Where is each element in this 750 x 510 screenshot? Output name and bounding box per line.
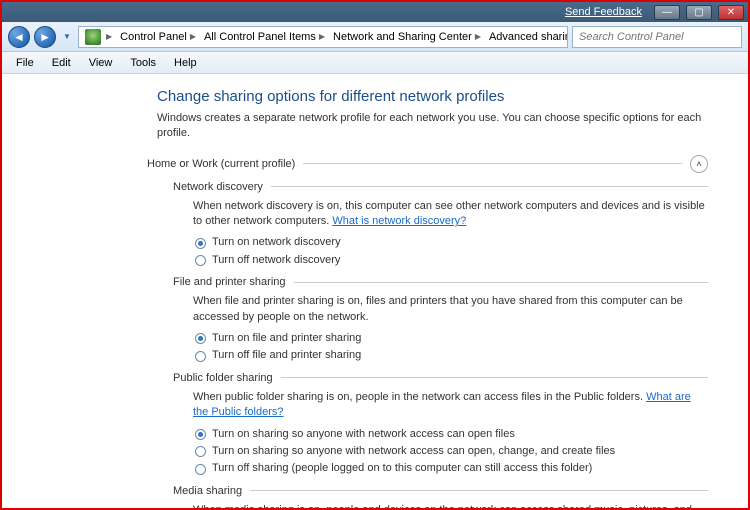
section-description: When network discovery is on, this compu…	[193, 199, 708, 230]
radio-row[interactable]: Turn off sharing (people logged on to th…	[195, 461, 708, 476]
page-description: Windows creates a separate network profi…	[157, 111, 708, 141]
menu-edit[interactable]: Edit	[44, 55, 79, 71]
profile-header: Home or Work (current profile) ˄	[147, 155, 708, 173]
radio-label: Turn off file and printer sharing	[212, 348, 361, 363]
radio-button[interactable]	[195, 429, 206, 440]
section-title: Media sharing	[173, 485, 242, 497]
breadcrumb-bar[interactable]: ▶ Control Panel ▶ All Control Panel Item…	[78, 26, 568, 48]
radio-row[interactable]: Turn on sharing so anyone with network a…	[195, 427, 708, 442]
divider	[271, 186, 708, 187]
chevron-right-icon: ▶	[319, 32, 325, 41]
menu-help[interactable]: Help	[166, 55, 205, 71]
section-file-printer-sharing: File and printer sharing When file and p…	[175, 276, 708, 364]
control-panel-icon	[85, 29, 101, 45]
radio-button[interactable]	[195, 238, 206, 249]
divider	[303, 163, 682, 164]
menu-tools[interactable]: Tools	[122, 55, 164, 71]
close-button[interactable]: ✕	[718, 5, 744, 20]
breadcrumb-all-items[interactable]: All Control Panel Items ▶	[200, 31, 329, 43]
menu-file[interactable]: File	[8, 55, 42, 71]
minimize-button[interactable]: —	[654, 5, 680, 20]
desc-text: When public folder sharing is on, people…	[193, 391, 646, 403]
radio-label: Turn off sharing (people logged on to th…	[212, 461, 592, 476]
chevron-up-icon: ˄	[696, 159, 701, 169]
section-description: When file and printer sharing is on, fil…	[193, 294, 708, 325]
divider	[294, 282, 708, 283]
chevron-right-icon: ▶	[475, 32, 481, 41]
navigation-toolbar: ◄ ► ▼ ▶ Control Panel ▶ All Control Pane…	[2, 22, 748, 52]
radio-label: Turn on sharing so anyone with network a…	[212, 444, 615, 459]
divider	[250, 490, 708, 491]
menu-view[interactable]: View	[81, 55, 121, 71]
radio-label: Turn on sharing so anyone with network a…	[212, 427, 515, 442]
radio-row[interactable]: Turn on sharing so anyone with network a…	[195, 444, 708, 459]
section-description: When media sharing is on, people and dev…	[193, 503, 708, 508]
search-input[interactable]	[577, 30, 737, 44]
section-public-folder-sharing: Public folder sharing When public folder…	[175, 372, 708, 477]
chevron-right-icon: ▶	[106, 32, 112, 41]
breadcrumb-label: Network and Sharing Center	[333, 31, 472, 43]
radio-button[interactable]	[195, 333, 206, 344]
radio-row[interactable]: Turn off file and printer sharing	[195, 348, 708, 363]
chevron-right-icon: ▶	[190, 32, 196, 41]
breadcrumb-label: All Control Panel Items	[204, 31, 316, 43]
profile-label: Home or Work (current profile)	[147, 158, 295, 170]
radio-button[interactable]	[195, 446, 206, 457]
breadcrumb-network-center[interactable]: Network and Sharing Center ▶	[329, 31, 485, 43]
section-title: File and printer sharing	[173, 276, 286, 288]
maximize-button[interactable]: ▢	[686, 5, 712, 20]
breadcrumb-label: Control Panel	[120, 31, 187, 43]
section-title: Public folder sharing	[173, 372, 273, 384]
breadcrumb-label: Advanced sharing settings	[489, 31, 568, 43]
collapse-button[interactable]: ˄	[690, 155, 708, 173]
radio-label: Turn on network discovery	[212, 235, 341, 250]
radio-button[interactable]	[195, 464, 206, 475]
forward-button[interactable]: ►	[34, 26, 56, 48]
radio-label: Turn off network discovery	[212, 253, 340, 268]
breadcrumb-root[interactable]: ▶	[81, 29, 116, 45]
section-network-discovery: Network discovery When network discovery…	[175, 181, 708, 269]
radio-row[interactable]: Turn on network discovery	[195, 235, 708, 250]
divider	[281, 377, 708, 378]
radio-label: Turn on file and printer sharing	[212, 331, 361, 346]
radio-button[interactable]	[195, 255, 206, 266]
breadcrumb-control-panel[interactable]: Control Panel ▶	[116, 31, 200, 43]
radio-row[interactable]: Turn off network discovery	[195, 253, 708, 268]
radio-row[interactable]: Turn on file and printer sharing	[195, 331, 708, 346]
content-area: Change sharing options for different net…	[2, 74, 748, 508]
window-titlebar: Send Feedback — ▢ ✕	[2, 2, 748, 22]
nav-history-dropdown[interactable]: ▼	[60, 26, 74, 48]
section-title: Network discovery	[173, 181, 263, 193]
search-box[interactable]	[572, 26, 742, 48]
breadcrumb-advanced-sharing[interactable]: Advanced sharing settings	[485, 31, 568, 43]
section-media-sharing: Media sharing When media sharing is on, …	[175, 485, 708, 508]
link-what-is-network-discovery[interactable]: What is network discovery?	[332, 215, 466, 227]
back-button[interactable]: ◄	[8, 26, 30, 48]
section-description: When public folder sharing is on, people…	[193, 390, 708, 421]
radio-button[interactable]	[195, 351, 206, 362]
page-title: Change sharing options for different net…	[157, 88, 708, 105]
send-feedback-link[interactable]: Send Feedback	[565, 6, 642, 18]
menu-bar: File Edit View Tools Help	[2, 52, 748, 74]
